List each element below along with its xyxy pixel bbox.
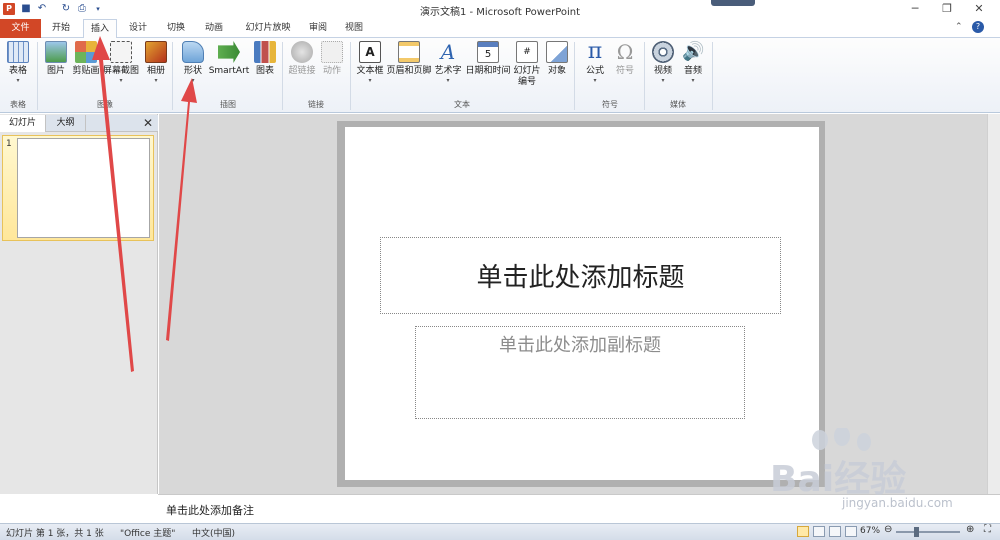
tab-review[interactable]: 审阅	[304, 19, 332, 38]
hyperlink-icon	[291, 41, 313, 63]
group-label-text: 文本	[454, 100, 470, 109]
zoom-slider[interactable]	[896, 531, 960, 533]
group-label-symbols: 符号	[602, 100, 618, 109]
restore-button[interactable]: ❐	[936, 2, 958, 16]
minimize-button[interactable]: ─	[904, 2, 926, 16]
tab-view[interactable]: 视图	[340, 19, 368, 38]
picture-icon	[45, 41, 67, 63]
zoom-slider-thumb[interactable]	[914, 527, 919, 537]
close-button[interactable]: ✕	[968, 2, 990, 16]
album-button[interactable]: 相册 ▾	[141, 41, 171, 97]
help-icon[interactable]: ?	[972, 21, 984, 33]
action-button[interactable]: 动作	[318, 41, 346, 97]
zoom-out-icon[interactable]: ⊖	[884, 524, 892, 535]
tab-slides[interactable]: 幻灯片	[0, 115, 46, 132]
hyperlink-button[interactable]: 超链接	[286, 41, 318, 97]
picture-button[interactable]: 图片	[41, 41, 71, 97]
wordart-icon: A	[440, 40, 456, 64]
group-label-links: 链接	[308, 100, 324, 109]
datetime-icon: 5	[477, 41, 499, 63]
zoom-in-icon[interactable]: ⊕	[966, 524, 974, 535]
object-button[interactable]: 对象	[544, 41, 570, 97]
status-slide-info: 幻灯片 第 1 张，共 1 张	[6, 529, 104, 539]
action-icon	[321, 41, 343, 63]
symbol-icon: Ω	[616, 40, 634, 64]
ribbon-separator	[37, 42, 38, 110]
subtitle-placeholder[interactable]: 单击此处添加副标题	[415, 326, 745, 419]
textbox-button[interactable]: A 文本框 ▾	[354, 41, 386, 97]
ribbon-minimize-icon[interactable]: ⌃	[955, 22, 963, 36]
smartart-button[interactable]: SmartArt	[208, 41, 250, 97]
object-icon	[546, 41, 568, 63]
header-footer-icon	[398, 41, 420, 63]
table-icon	[7, 41, 29, 63]
tab-slideshow[interactable]: 幻灯片放映	[238, 19, 298, 38]
table-button[interactable]: 表格 ▾	[3, 41, 33, 97]
slide-sorter-view-icon[interactable]	[813, 526, 825, 537]
watermark-url: jingyan.baidu.com	[842, 496, 953, 510]
notes-placeholder: 单击此处添加备注	[166, 504, 254, 517]
textbox-icon: A	[359, 41, 381, 63]
status-language[interactable]: 中文(中国)	[192, 526, 235, 539]
slide-thumbnail-number: 1	[6, 139, 12, 149]
equation-icon: π	[587, 39, 603, 64]
screenshot-icon	[110, 41, 132, 63]
shapes-button[interactable]: 形状 ▾	[178, 41, 208, 97]
audio-button[interactable]: 🔊 音频 ▾	[678, 41, 708, 97]
clipart-icon	[75, 41, 97, 63]
status-theme[interactable]: "Office 主题"	[120, 526, 175, 539]
slide-number-icon: #	[516, 41, 538, 63]
zoom-level[interactable]: 67%	[860, 526, 880, 536]
album-icon	[145, 41, 167, 63]
ribbon-separator	[574, 42, 575, 110]
close-pane-icon[interactable]: ✕	[141, 115, 155, 132]
tab-file[interactable]: 文件	[0, 19, 41, 38]
tab-animations[interactable]: 动画	[198, 19, 230, 38]
reading-view-icon[interactable]	[829, 526, 841, 537]
title-placeholder[interactable]: 单击此处添加标题	[380, 237, 781, 314]
ribbon-separator	[644, 42, 645, 110]
video-icon	[652, 41, 674, 63]
audio-icon: 🔊	[682, 41, 705, 62]
ribbon-separator	[282, 42, 283, 110]
symbol-button[interactable]: Ω 符号	[610, 41, 640, 97]
header-footer-button[interactable]: 页眉和页脚	[386, 41, 432, 97]
chart-icon	[254, 41, 276, 63]
ribbon-separator	[172, 42, 173, 110]
window-handle	[711, 0, 755, 6]
tab-home[interactable]: 开始	[46, 19, 76, 38]
datetime-button[interactable]: 5 日期和时间	[465, 41, 511, 97]
shapes-icon	[182, 41, 204, 63]
clipart-button[interactable]: 剪贴画	[70, 41, 102, 97]
screenshot-button[interactable]: 屏幕截图 ▾	[102, 41, 140, 97]
chart-button[interactable]: 图表	[252, 41, 278, 97]
group-label-images: 图像	[97, 100, 113, 109]
tab-transitions[interactable]: 切换	[160, 19, 192, 38]
tab-design[interactable]: 设计	[122, 19, 154, 38]
equation-button[interactable]: π 公式 ▾	[580, 41, 610, 97]
normal-view-icon[interactable]	[797, 526, 809, 537]
window-title: 演示文稿1 - Microsoft PowerPoint	[419, 7, 581, 18]
watermark-text: Bai经验	[770, 459, 907, 500]
tab-insert[interactable]: 插入	[83, 19, 117, 39]
tab-outline[interactable]: 大纲	[46, 115, 86, 132]
group-label-table: 表格	[10, 100, 26, 109]
ribbon-separator	[712, 42, 713, 110]
ribbon-separator	[350, 42, 351, 110]
smartart-icon	[218, 41, 240, 63]
fit-to-window-icon[interactable]: ⛶	[984, 524, 991, 535]
slideshow-view-icon[interactable]	[845, 526, 857, 537]
slide-number-button[interactable]: # 幻灯片 编号	[512, 41, 542, 97]
slide-thumbnail[interactable]	[17, 138, 150, 238]
video-button[interactable]: 视频 ▾	[648, 41, 678, 97]
group-label-media: 媒体	[670, 100, 686, 109]
wordart-button[interactable]: A 艺术字 ▾	[432, 41, 464, 97]
group-label-illustrations: 插图	[220, 100, 236, 109]
